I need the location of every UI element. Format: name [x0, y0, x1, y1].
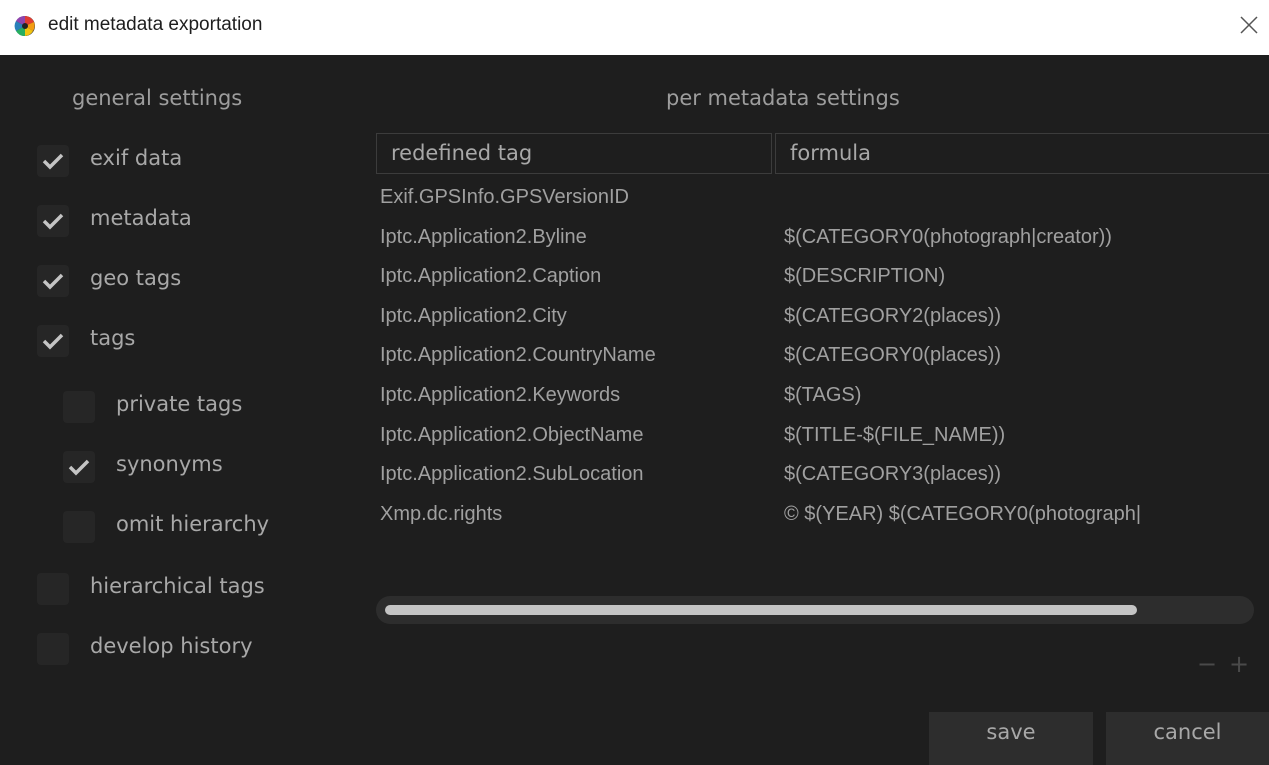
checkmark-icon [42, 273, 64, 290]
formula-cell[interactable]: © $(YEAR) $(CATEGORY0(photograph| [784, 503, 1141, 526]
table-row[interactable]: Xmp.dc.rights © $(YEAR) $(CATEGORY0(phot… [380, 503, 1260, 533]
checkbox-box [63, 451, 95, 483]
checkbox-box [37, 325, 69, 357]
checkbox-box [63, 391, 95, 423]
tag-cell: Iptc.Application2.Caption [380, 265, 602, 287]
add-tag-button[interactable]: + [1229, 650, 1249, 678]
column-header-formula[interactable]: formula [775, 133, 1269, 174]
darktable-logo-icon [14, 15, 35, 37]
tag-cell: Exif.GPSInfo.GPSVersionID [380, 186, 629, 208]
table-row[interactable]: Iptc.Application2.ObjectName $(TITLE-$(F… [380, 424, 1260, 454]
save-button[interactable]: save [929, 712, 1093, 765]
table-row[interactable]: Iptc.Application2.Caption $(DESCRIPTION) [380, 265, 1260, 295]
checkbox-box [37, 145, 69, 177]
checkbox-label: private tags [116, 392, 243, 416]
checkbox-label: tags [90, 326, 136, 350]
checkbox-label: exif data [90, 146, 183, 170]
formula-cell[interactable]: $(CATEGORY0(places)) [784, 344, 1001, 367]
table-row[interactable]: Iptc.Application2.CountryName $(CATEGORY… [380, 344, 1260, 374]
checkbox-label: synonyms [116, 452, 223, 476]
checkbox-box [37, 265, 69, 297]
table-row[interactable]: Iptc.Application2.City $(CATEGORY2(place… [380, 305, 1260, 335]
scrollbar-thumb[interactable] [385, 605, 1137, 615]
checkmark-icon [42, 333, 64, 350]
checkbox-label: develop history [90, 634, 253, 658]
checkbox-label: omit hierarchy [116, 512, 270, 536]
formula-cell[interactable]: $(TITLE-$(FILE_NAME)) [784, 424, 1005, 447]
general-settings-heading: general settings [72, 86, 243, 110]
save-button-label: save [986, 720, 1036, 744]
column-header-label: redefined tag [391, 141, 533, 165]
formula-cell[interactable]: $(CATEGORY0(photograph|creator)) [784, 226, 1112, 249]
formula-cell[interactable]: $(CATEGORY3(places)) [784, 463, 1001, 486]
checkmark-icon [68, 459, 90, 476]
checkbox-label: hierarchical tags [90, 574, 265, 598]
checkmark-icon [42, 153, 64, 170]
remove-tag-button[interactable]: − [1197, 650, 1217, 678]
table-row[interactable]: Exif.GPSInfo.GPSVersionID [380, 186, 1260, 216]
column-header-redefined-tag[interactable]: redefined tag [376, 133, 772, 174]
cancel-button[interactable]: cancel [1106, 712, 1269, 765]
tag-cell: Iptc.Application2.ObjectName [380, 424, 644, 446]
checkbox-label: geo tags [90, 266, 182, 290]
checkbox-box [37, 573, 69, 605]
checkmark-icon [42, 213, 64, 230]
tag-cell: Xmp.dc.rights [380, 503, 503, 525]
tag-cell: Iptc.Application2.Keywords [380, 384, 621, 406]
close-icon[interactable] [1234, 10, 1264, 40]
cancel-button-label: cancel [1153, 720, 1222, 744]
tag-cell: Iptc.Application2.CountryName [380, 344, 656, 366]
table-row[interactable]: Iptc.Application2.Byline $(CATEGORY0(pho… [380, 226, 1260, 256]
checkbox-box [37, 633, 69, 665]
tag-cell: Iptc.Application2.City [380, 305, 567, 327]
formula-cell[interactable]: $(CATEGORY2(places)) [784, 305, 1001, 328]
tag-cell: Iptc.Application2.Byline [380, 226, 587, 248]
column-header-label: formula [790, 141, 871, 165]
window-title: edit metadata exportation [48, 14, 263, 35]
table-row[interactable]: Iptc.Application2.SubLocation $(CATEGORY… [380, 463, 1260, 493]
title-bar: edit metadata exportation [0, 0, 1269, 55]
table-row[interactable]: Iptc.Application2.Keywords $(TAGS) [380, 384, 1260, 414]
checkbox-box [37, 205, 69, 237]
checkbox-label: metadata [90, 206, 192, 230]
per-metadata-settings-heading: per metadata settings [666, 86, 900, 110]
horizontal-scrollbar[interactable] [376, 596, 1254, 624]
checkbox-box [63, 511, 95, 543]
dialog-window: edit metadata exportation general settin… [0, 0, 1269, 765]
formula-cell[interactable]: $(TAGS) [784, 384, 861, 407]
formula-cell[interactable]: $(DESCRIPTION) [784, 265, 945, 288]
tag-cell: Iptc.Application2.SubLocation [380, 463, 644, 485]
